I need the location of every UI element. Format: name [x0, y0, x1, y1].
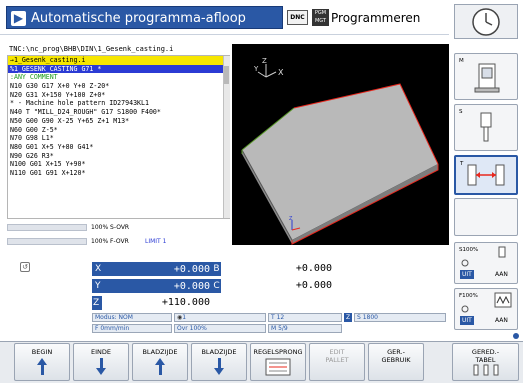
program-listing[interactable]: →1_Gesenk_casting.i %1_GESENK_CASTING G71… [7, 55, 230, 219]
arrow-down-icon [214, 368, 224, 375]
program-line[interactable]: N90 G26 R3* [8, 152, 229, 161]
dnc-button[interactable]: DNC [287, 10, 308, 25]
axis-c-letter: C [212, 279, 221, 293]
origin-z-label: Z [289, 216, 293, 222]
listing-scroll-thumb[interactable] [224, 66, 229, 84]
t-function-key[interactable]: T [454, 155, 518, 195]
softkey-tool-usage[interactable]: GER.- GEBRUIK [368, 343, 424, 381]
modus-field: Modus: NOM [92, 313, 172, 322]
program-line[interactable]: N50 G00 G90 X-25 Y+65 Z+1 M13* [8, 117, 229, 126]
axis-y-value: +0.000 [173, 281, 210, 292]
tool-t-field: T 12 [268, 313, 342, 322]
axis-z-row: Z +110.000 [92, 296, 212, 310]
axis-b-letter: B [212, 262, 221, 276]
axis-y-label: Y [253, 65, 259, 73]
program-line[interactable]: N80 G01 X+5 Y+80 G41* [8, 143, 229, 152]
axis-x-cell: X +0.000 [92, 262, 212, 276]
program-line[interactable]: N10 G30 G17 X+0 Y+0 Z-20* [8, 82, 229, 91]
axis-b-value: +0.000 [295, 263, 332, 274]
feed-override-label: 100% F-OVR [91, 238, 129, 245]
axis-x-label: X [278, 68, 284, 77]
spindle-axis-badge: Z [344, 313, 352, 322]
machine-icon [474, 63, 500, 93]
program-line[interactable]: N40 T "MILL_D24_ROUGH" G17 S1800 F400* [8, 108, 229, 117]
axis-z-label: Z [262, 57, 267, 65]
workpiece-graphic: Z Y X Z [241, 57, 439, 245]
axis-c-value: +0.000 [295, 280, 332, 291]
arrow-up-icon [37, 358, 47, 365]
axis-b-row: B +0.000 [212, 262, 332, 276]
feed-override-key[interactable]: F100% UIT AAN [454, 288, 518, 330]
program-run-icon: ▶ [11, 11, 26, 26]
softkey-begin[interactable]: BEGIN [14, 343, 70, 381]
override-field: Ovr 100% [174, 324, 266, 333]
program-line[interactable]: N20 G31 X+150 Y+100 Z+0* [8, 91, 229, 100]
pgm-mgt-icon[interactable]: PGM MGT [312, 9, 329, 26]
program-line[interactable]: →1_Gesenk_casting.i [8, 56, 229, 65]
feed-override: 100% F-OVR LIMIT 1 [7, 236, 230, 248]
aan-button-2[interactable]: AAN [495, 317, 508, 324]
empty-right-key[interactable] [454, 198, 518, 236]
softkey-page-down[interactable]: BLADZIJDE [191, 343, 247, 381]
program-line[interactable]: N60 G00 Z-5* [8, 126, 229, 135]
spindle-override-bar [7, 224, 87, 231]
axis-y-cell: Y +0.000 [92, 279, 212, 293]
program-line[interactable]: N100 G01 X+15 Y+90* [8, 160, 229, 169]
program-line[interactable]: :ANY COMMENT [8, 73, 229, 82]
uit-button-1[interactable]: UIT [460, 270, 474, 279]
program-path: TNC:\nc_prog\BHB\DIN\1_Gesenk_casting.i [7, 44, 230, 55]
program-line[interactable]: * - Machine hole pattern ID27943KL1 [8, 99, 229, 108]
s-function-key[interactable]: S [454, 104, 518, 151]
axis-y-row: Y +0.000 [92, 279, 212, 293]
limit-label: LIMIT 1 [145, 238, 167, 245]
spindle-speed-field: S 1800 [354, 313, 446, 322]
operating-mode-banner: ▶ Automatische programma-afloop [6, 6, 283, 29]
feed-override-bar [7, 238, 87, 245]
program-line[interactable]: N70 G98 L1* [8, 134, 229, 143]
axis-z-value: +110.000 [161, 297, 210, 308]
softkey-einde[interactable]: EINDE [73, 343, 129, 381]
softkey-block-scan[interactable]: REGELSPRONG [250, 343, 306, 381]
feed-field: F 0mm/min [92, 324, 172, 333]
spindle-icon [480, 112, 492, 142]
m-function-key[interactable]: M [454, 53, 518, 100]
axis-z-cell: Z [92, 296, 102, 310]
info-dot-icon [513, 333, 519, 339]
spindle-override-key[interactable]: S100% UIT AAN [454, 242, 518, 284]
axis-c-row: C +0.000 [212, 279, 332, 293]
aan-button-1[interactable]: AAN [495, 271, 508, 278]
axis-x-value: +0.000 [173, 264, 210, 275]
program-line[interactable]: N110 G01 G91 X+120* [8, 169, 229, 178]
3d-workpiece-view[interactable]: Z Y X Z [232, 44, 449, 245]
softkey-edit-pallet[interactable]: EDIT PALLET [309, 343, 365, 381]
clock-icon [472, 8, 500, 36]
spindle-override-label: 100% S-OVR [91, 224, 130, 231]
softkey-tool-table[interactable]: GERED.- TABEL [452, 343, 519, 381]
arrow-up-icon [155, 358, 165, 365]
spindle-override: 100% S-OVR [7, 222, 230, 234]
arrow-down-icon [96, 368, 106, 375]
m-function-field: M 5/9 [268, 324, 342, 333]
programming-mode-label[interactable]: Programmeren [331, 11, 420, 25]
tool-table-icon [473, 364, 498, 376]
clock-panel [454, 4, 518, 39]
block-scan-icon [265, 358, 291, 376]
uit-button-2[interactable]: UIT [460, 316, 474, 325]
tool-change-icon [467, 164, 505, 186]
tool-number-field: ◉1 [174, 313, 266, 322]
softkey-page-up[interactable]: BLADZIJDE [132, 343, 188, 381]
axis-x-row: X +0.000 [92, 262, 212, 276]
mode-title: Automatische programma-afloop [31, 11, 246, 26]
status-refresh-icon[interactable]: ↺ [20, 262, 30, 272]
program-line[interactable]: %1_GESENK_CASTING G71 * [8, 64, 229, 74]
